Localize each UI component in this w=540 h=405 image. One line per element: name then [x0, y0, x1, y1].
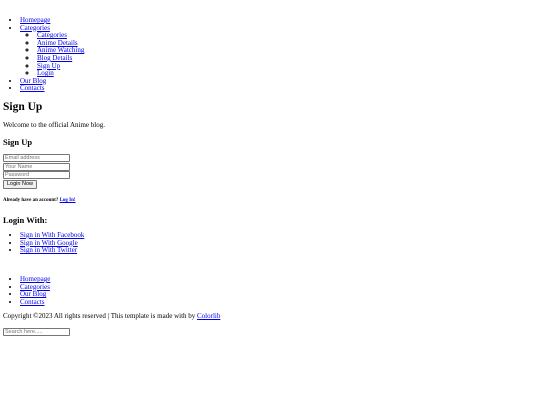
footer-nav: Homepage Categories Our Blog Contacts [3, 275, 50, 307]
login-link[interactable]: Log In! [60, 198, 76, 203]
nav-item-contacts: Contacts [20, 85, 84, 93]
categories-dropdown: Categories Anime Details Anime Watching … [20, 31, 84, 78]
welcome-text: Welcome to the official Anime blog. [3, 121, 105, 129]
name-field[interactable] [3, 162, 70, 171]
login-now-button[interactable]: Login Now [3, 179, 37, 189]
signup-form: Login Now [3, 154, 70, 189]
copyright-text: Copyright ©2023 All rights reserved | Th… [3, 312, 196, 320]
copyright: Copyright ©2023 All rights reserved | Th… [3, 312, 220, 321]
footer-item-contacts: Contacts [20, 298, 50, 307]
nav-link-contacts[interactable]: Contacts [20, 84, 45, 93]
nav-item-categories: Categories Categories Anime Details Anim… [20, 24, 84, 78]
login-with-title: Login With: [3, 215, 48, 225]
social-item-twitter: Sign in With Twitter [20, 246, 84, 255]
password-field[interactable] [3, 171, 70, 180]
footer-link-contacts[interactable]: Contacts [20, 298, 45, 306]
twitter-signin-link[interactable]: Sign in With Twitter [20, 246, 77, 254]
signup-form-title: Sign Up [3, 137, 33, 147]
colorlib-link[interactable]: Colorlib [197, 312, 220, 320]
search-form [3, 328, 70, 336]
main-nav: Homepage Categories Categories Anime Det… [3, 16, 84, 93]
email-field[interactable] [3, 154, 70, 162]
social-login-list: Sign in With Facebook Sign in With Googl… [3, 231, 84, 255]
account-prompt-text: Already have an account? [3, 198, 59, 203]
page-title: Sign Up [3, 101, 43, 113]
search-input[interactable] [3, 328, 70, 336]
account-prompt: Already have an account? Log In! [3, 198, 76, 204]
